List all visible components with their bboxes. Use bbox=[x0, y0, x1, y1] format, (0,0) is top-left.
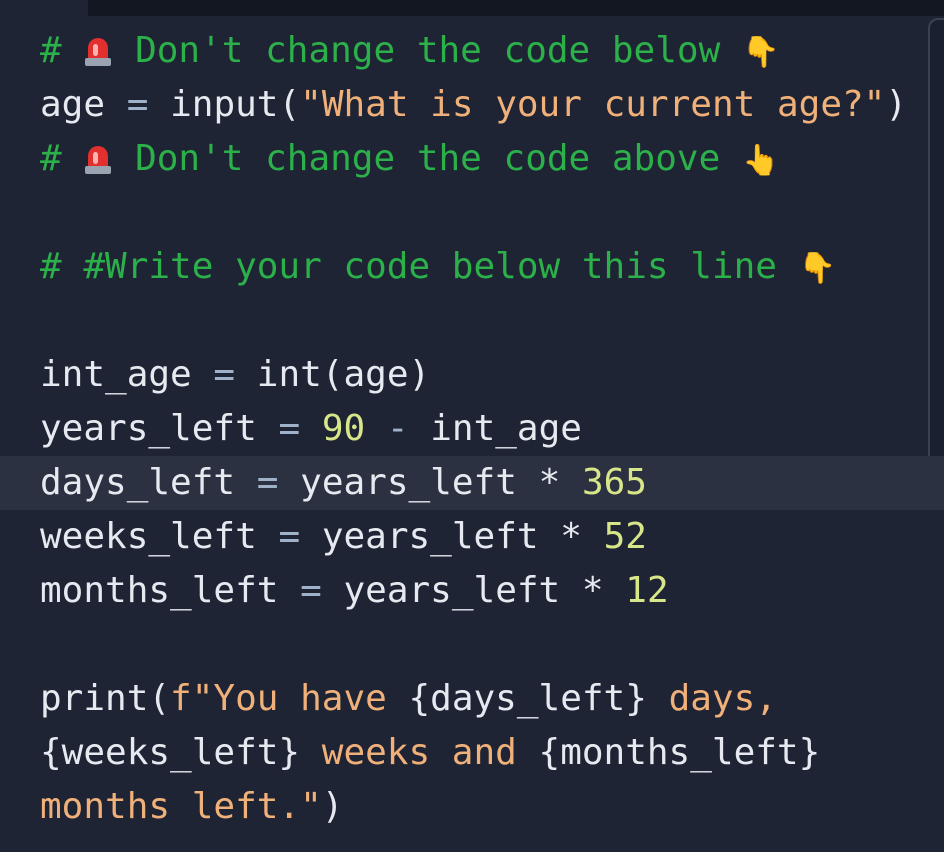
code-line-9-active[interactable]: days_left = years_left * 365 bbox=[0, 456, 944, 510]
code-line-12[interactable] bbox=[40, 618, 924, 672]
assign-operator: = bbox=[278, 408, 301, 449]
code-editor[interactable]: # Don't change the code below 👇 age = in… bbox=[0, 0, 944, 852]
comment-text: Don't change the code below bbox=[135, 30, 721, 71]
vertical-scrollbar[interactable] bbox=[928, 18, 944, 508]
backhand-index-pointing-down-icon: 👇 bbox=[741, 35, 780, 70]
editor-top-bar bbox=[88, 0, 944, 16]
assign-operator: = bbox=[256, 462, 279, 503]
assign-operator: = bbox=[278, 516, 301, 557]
string-literal: days, bbox=[646, 678, 777, 719]
string-literal: "What is your current age?" bbox=[300, 84, 886, 125]
code-line-8[interactable]: years_left = 90 - int_age bbox=[40, 402, 924, 456]
backhand-index-pointing-down-icon: 👇 bbox=[798, 251, 836, 286]
code-line-6[interactable] bbox=[40, 294, 924, 348]
code-line-10[interactable]: weeks_left = years_left * 52 bbox=[40, 510, 924, 564]
assign-operator: = bbox=[300, 570, 322, 611]
multiply-operator: * bbox=[538, 462, 561, 503]
expression: years_left bbox=[343, 570, 561, 611]
comment-hash: # bbox=[40, 138, 62, 179]
variable-name: years_left bbox=[40, 408, 257, 449]
close-paren: ) bbox=[321, 786, 344, 827]
expression: int_age bbox=[430, 408, 582, 449]
expression: years_left bbox=[321, 516, 539, 557]
fstring-placeholder: {months_left} bbox=[538, 732, 821, 773]
fstring-placeholder: {days_left} bbox=[408, 678, 647, 719]
code-line-3[interactable]: # Don't change the code above 👆 bbox=[40, 132, 924, 186]
siren-emoji-icon bbox=[83, 34, 113, 68]
comment-text: Don't change the code above bbox=[135, 138, 721, 179]
comment-text: # #Write your code below this line bbox=[40, 246, 777, 287]
code-line-2[interactable]: age = input("What is your current age?") bbox=[40, 78, 924, 132]
function-call: print( bbox=[40, 678, 171, 719]
backhand-index-pointing-up-icon: 👆 bbox=[741, 143, 780, 178]
siren-emoji-icon bbox=[83, 142, 113, 176]
expression: years_left bbox=[300, 462, 517, 503]
multiply-operator: * bbox=[560, 516, 582, 557]
code-line-5[interactable]: # #Write your code below this line 👇 bbox=[40, 240, 924, 294]
variable-name: int_age bbox=[40, 354, 192, 395]
assign-operator: = bbox=[213, 354, 236, 395]
variable-name: weeks_left bbox=[40, 516, 257, 557]
number-literal: 90 bbox=[321, 408, 366, 449]
string-literal: weeks and bbox=[300, 732, 539, 773]
number-literal: 52 bbox=[603, 516, 647, 557]
expression: int(age) bbox=[256, 354, 431, 395]
code-area[interactable]: # Don't change the code below 👇 age = in… bbox=[0, 24, 944, 834]
minus-operator: - bbox=[386, 408, 409, 449]
code-line-7[interactable]: int_age = int(age) bbox=[40, 348, 924, 402]
code-line-13[interactable]: print(f"You have {days_left} days, bbox=[40, 672, 924, 726]
number-literal: 365 bbox=[581, 462, 647, 503]
variable-name: months_left bbox=[40, 570, 279, 611]
close-paren: ) bbox=[885, 84, 908, 125]
code-line-1[interactable]: # Don't change the code below 👇 bbox=[40, 24, 924, 78]
string-literal: months left." bbox=[40, 786, 322, 827]
function-call: input( bbox=[170, 84, 301, 125]
string-literal: You have bbox=[213, 678, 409, 719]
code-line-11[interactable]: months_left = years_left * 12 bbox=[40, 564, 924, 618]
code-line-15[interactable]: months left.") bbox=[40, 780, 924, 834]
code-line-14[interactable]: {weeks_left} weeks and {months_left} bbox=[40, 726, 924, 780]
variable-name: age bbox=[40, 84, 106, 125]
fstring-placeholder: {weeks_left} bbox=[40, 732, 301, 773]
comment-hash: # bbox=[40, 30, 62, 71]
fstring-prefix: f" bbox=[170, 678, 214, 719]
variable-name: days_left bbox=[40, 462, 236, 503]
multiply-operator: * bbox=[581, 570, 604, 611]
number-literal: 12 bbox=[625, 570, 669, 611]
assign-operator: = bbox=[126, 84, 149, 125]
code-line-4[interactable] bbox=[40, 186, 924, 240]
